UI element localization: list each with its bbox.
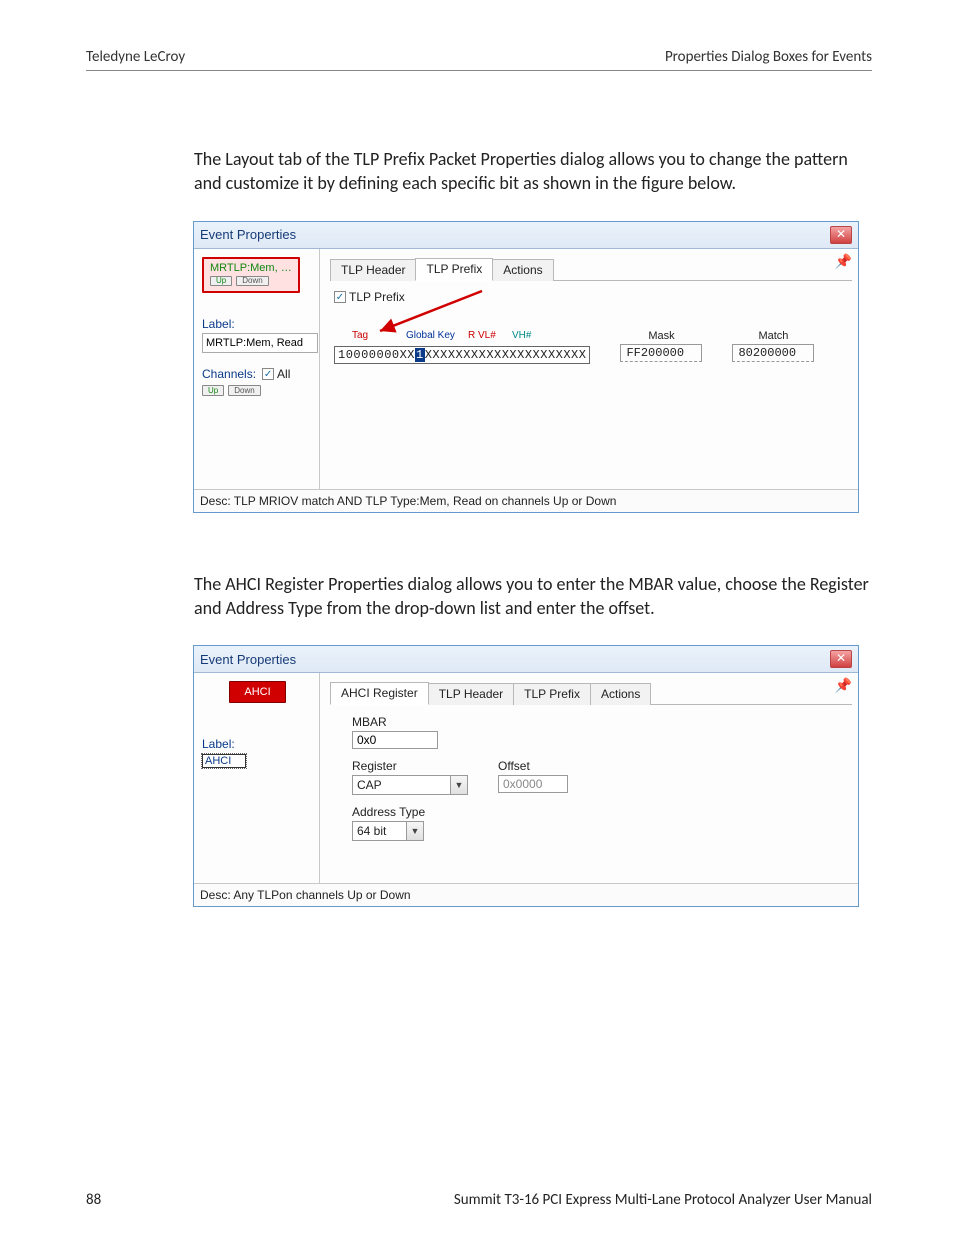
event-badge-ahci[interactable]: AHCI [229,681,285,703]
intro-paragraph-tlp: The Layout tab of the TLP Prefix Packet … [194,147,872,196]
dialog-tabs: AHCI Register TLP Header TLP Prefix Acti… [330,681,852,705]
match-column: Match 80200000 [732,330,814,362]
event-label-input[interactable]: AHCI [202,754,246,768]
dialog-left-pane: AHCI Label: AHCI [194,673,320,883]
channels-down-button[interactable]: Down [228,385,260,396]
offset-label: Offset [498,759,568,773]
event-label-input[interactable] [202,333,318,353]
chevron-down-icon: ▼ [406,822,423,840]
tab-actions[interactable]: Actions [492,259,553,281]
channels-caption: Channels: [202,367,256,381]
label-caption: Label: [202,317,313,331]
bitfield-header-labels: Tag Global Key R VL# VH# [334,330,590,346]
header-right: Properties Dialog Boxes for Events [665,48,872,66]
event-badge-label: MRTLP:Mem, … [210,262,292,274]
dialog-description: Desc: Any TLPon channels Up or Down [194,883,858,906]
dialog-tabs: TLP Header TLP Prefix Actions [330,257,852,281]
register-select[interactable]: CAP ▼ [352,775,468,795]
dialog-title-text: Event Properties [200,227,830,242]
chevron-down-icon: ▼ [450,776,467,794]
channels-all-label: All [277,367,290,381]
channels-up-button[interactable]: Up [202,385,224,396]
bit-pattern-field[interactable]: 10000000XX1XXXXXXXXXXXXXXXXXXXXX [334,346,590,364]
tab-actions[interactable]: Actions [590,683,651,705]
direction-up-button[interactable]: Up [210,276,232,287]
event-properties-dialog-ahci: Event Properties ✕ AHCI Label: AHCI 📌 AH… [194,646,858,906]
tab-tlp-prefix[interactable]: TLP Prefix [513,683,591,705]
event-properties-dialog-tlp: Event Properties ✕ MRTLP:Mem, … Up Down … [194,222,858,512]
dialog-title-text: Event Properties [200,652,830,667]
bit-label-tag: Tag [352,330,368,341]
page-number: 88 [86,1191,101,1209]
dialog-titlebar: Event Properties ✕ [194,222,858,249]
checkbox-icon: ✓ [262,368,274,380]
channels-all-checkbox[interactable]: ✓ All [262,367,290,381]
page-footer: 88 Summit T3-16 PCI Express Multi-Lane P… [86,1191,872,1209]
dialog-left-pane: MRTLP:Mem, … Up Down Label: Channels: ✓ … [194,249,320,489]
manual-title: Summit T3-16 PCI Express Multi-Lane Prot… [454,1191,872,1209]
header-left: Teledyne LeCroy [86,48,185,66]
event-badge-tlp[interactable]: MRTLP:Mem, … Up Down [202,257,300,294]
tab-tlp-header[interactable]: TLP Header [428,683,514,705]
close-icon[interactable]: ✕ [830,226,852,244]
dialog-right-pane: 📌 TLP Header TLP Prefix Actions ✓ TLP P [320,249,858,489]
addrtype-label: Address Type [352,805,852,819]
mask-label: Mask [620,330,702,342]
offset-input [498,775,568,793]
tab-tlp-prefix[interactable]: TLP Prefix [415,258,493,281]
checkbox-icon: ✓ [334,291,346,303]
intro-paragraph-ahci: The AHCI Register Properties dialog allo… [194,572,872,621]
bit-label-globalkey: Global Key [406,330,455,341]
bit-selected: 1 [415,348,425,362]
bit-label-rvl: R VL# [468,330,496,341]
register-value: CAP [353,778,450,792]
page-header: Teledyne LeCroy Properties Dialog Boxes … [86,48,872,71]
label-caption: Label: [202,737,313,751]
addrtype-value: 64 bit [353,824,406,838]
bit-label-vh: VH# [512,330,531,341]
mbar-label: MBAR [352,715,852,729]
match-value[interactable]: 80200000 [732,344,814,362]
close-icon[interactable]: ✕ [830,650,852,668]
addrtype-select[interactable]: 64 bit ▼ [352,821,424,841]
pin-icon[interactable]: 📌 [835,253,852,270]
tab-tlp-header[interactable]: TLP Header [330,259,416,281]
mask-value[interactable]: FF200000 [620,344,702,362]
register-label: Register [352,759,468,773]
direction-down-button[interactable]: Down [236,276,268,287]
match-label: Match [732,330,814,342]
tab-ahci-register[interactable]: AHCI Register [330,682,429,705]
dialog-titlebar: Event Properties ✕ [194,646,858,673]
mask-column: Mask FF200000 [620,330,702,362]
dialog-description: Desc: TLP MRIOV match AND TLP Type:Mem, … [194,489,858,512]
pin-icon[interactable]: 📌 [835,677,852,694]
mbar-input[interactable] [352,731,438,749]
dialog-right-pane: 📌 AHCI Register TLP Header TLP Prefix Ac… [320,673,858,883]
